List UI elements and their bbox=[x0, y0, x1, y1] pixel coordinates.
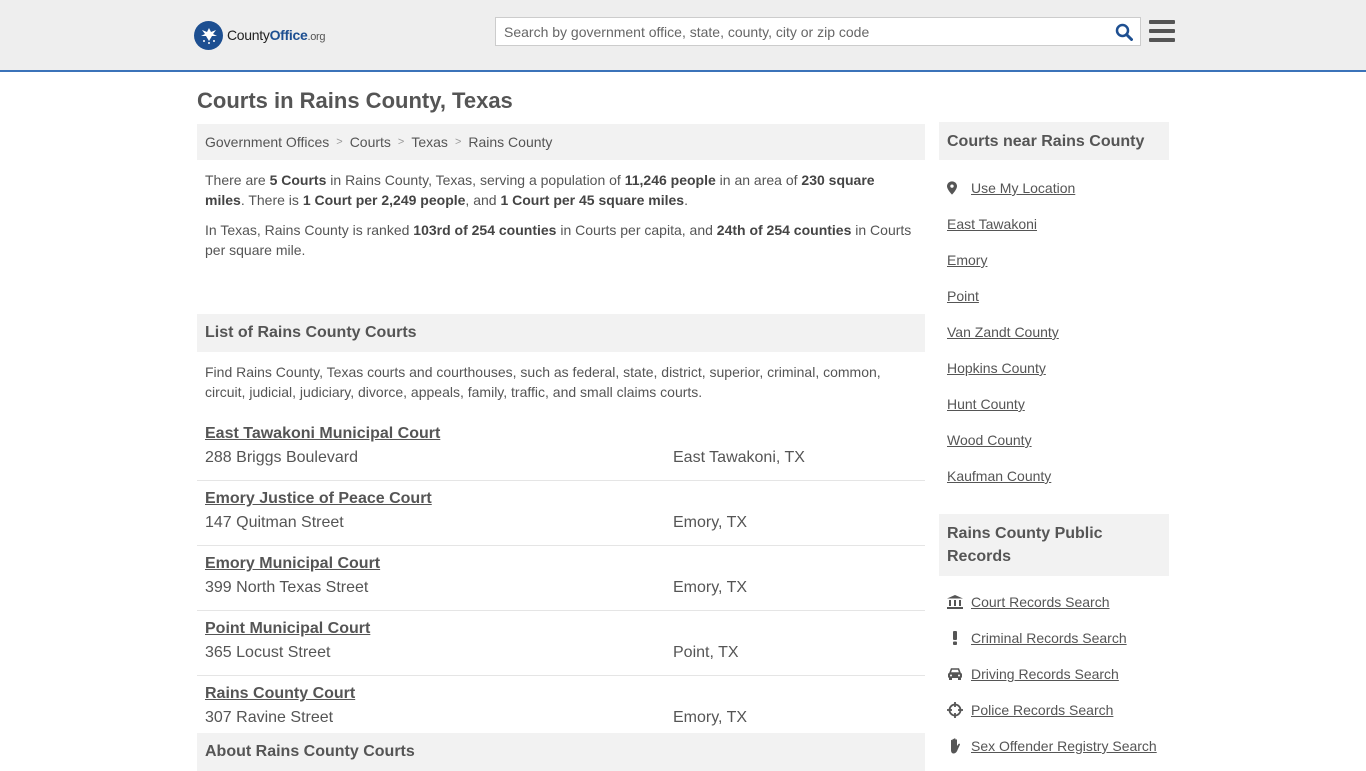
car-icon bbox=[947, 668, 963, 680]
list-section-title: List of Rains County Courts bbox=[197, 314, 925, 352]
sidebar-item-driving-records: Driving Records Search bbox=[947, 656, 1161, 692]
chevron-right-icon: > bbox=[454, 136, 462, 148]
main-content: Government Offices > Courts > Texas > Ra… bbox=[197, 124, 925, 771]
hand-icon bbox=[947, 738, 963, 754]
public-records-list: Court Records Search Criminal Records Se… bbox=[939, 584, 1169, 764]
police-records-search-link[interactable]: Police Records Search bbox=[971, 702, 1113, 718]
breadcrumb-rains-county[interactable]: Rains County bbox=[468, 134, 552, 150]
search-bar bbox=[495, 17, 1141, 46]
court-city: Point, TX bbox=[673, 644, 739, 661]
driving-records-search-link[interactable]: Driving Records Search bbox=[971, 666, 1119, 682]
nearby-link-kaufman-county[interactable]: Kaufman County bbox=[947, 468, 1051, 484]
intro-paragraph-stats: There are 5 Courts in Rains County, Texa… bbox=[205, 172, 875, 208]
criminal-records-search-link[interactable]: Criminal Records Search bbox=[971, 630, 1127, 646]
court-link[interactable]: Emory Justice of Peace Court bbox=[205, 489, 432, 509]
court-records-search-link[interactable]: Court Records Search bbox=[971, 594, 1110, 610]
site-logo[interactable]: CountyOffice.org bbox=[194, 20, 326, 50]
search-input[interactable] bbox=[496, 18, 1108, 45]
sidebar-item-nearby: East Tawakoni bbox=[947, 206, 1161, 242]
list-item: Emory Municipal Court 399 North Texas St… bbox=[197, 546, 925, 611]
site-header: CountyOffice.org bbox=[0, 0, 1366, 72]
court-address: 288 Briggs Boulevard bbox=[205, 449, 358, 466]
sidebar-item-police-records: Police Records Search bbox=[947, 692, 1161, 728]
sidebar-item-sex-offender-registry: Sex Offender Registry Search bbox=[947, 728, 1161, 764]
list-item: Rains County Court 307 Ravine Street Emo… bbox=[197, 676, 925, 741]
nearby-link-point[interactable]: Point bbox=[947, 288, 979, 304]
nearby-link-east-tawakoni[interactable]: East Tawakoni bbox=[947, 216, 1037, 232]
court-address: 307 Ravine Street bbox=[205, 709, 334, 726]
court-address: 147 Quitman Street bbox=[205, 514, 344, 531]
breadcrumb-courts[interactable]: Courts bbox=[350, 134, 391, 150]
court-city: East Tawakoni, TX bbox=[673, 449, 805, 466]
exclamation-icon bbox=[947, 631, 963, 645]
intro-text: There are 5 Courts in Rains County, Texa… bbox=[197, 160, 925, 316]
nearby-courts-title: Courts near Rains County bbox=[939, 122, 1169, 160]
court-address: 365 Locust Street bbox=[205, 644, 331, 661]
nearby-courts-list: Use My Location East Tawakoni Emory Poin… bbox=[939, 170, 1169, 494]
sidebar-item-nearby: Emory bbox=[947, 242, 1161, 278]
sidebar-item-nearby: Point bbox=[947, 278, 1161, 314]
sidebar-item-criminal-records: Criminal Records Search bbox=[947, 620, 1161, 656]
sidebar-item-court-records: Court Records Search bbox=[947, 584, 1161, 620]
search-icon bbox=[1115, 23, 1133, 41]
court-link[interactable]: Rains County Court bbox=[205, 684, 355, 704]
sex-offender-registry-search-link[interactable]: Sex Offender Registry Search bbox=[971, 738, 1157, 754]
search-button[interactable] bbox=[1108, 18, 1140, 45]
sidebar-item-nearby: Hunt County bbox=[947, 386, 1161, 422]
breadcrumb: Government Offices > Courts > Texas > Ra… bbox=[197, 124, 925, 160]
about-section-title: About Rains County Courts bbox=[197, 733, 925, 771]
sidebar-item-nearby: Wood County bbox=[947, 422, 1161, 458]
eagle-seal-icon bbox=[194, 20, 223, 50]
court-link[interactable]: Emory Municipal Court bbox=[205, 554, 380, 574]
court-city: Emory, TX bbox=[673, 709, 748, 726]
logo-wordmark: CountyOffice.org bbox=[227, 27, 326, 43]
nearby-link-hunt-county[interactable]: Hunt County bbox=[947, 396, 1025, 412]
nearby-link-hopkins-county[interactable]: Hopkins County bbox=[947, 360, 1046, 376]
use-location-item: Use My Location bbox=[947, 170, 1161, 206]
map-pin-icon bbox=[947, 180, 957, 196]
court-city: Emory, TX bbox=[673, 514, 748, 531]
courts-list: East Tawakoni Municipal Court 288 Briggs… bbox=[197, 416, 925, 741]
court-link[interactable]: Point Municipal Court bbox=[205, 619, 370, 639]
sidebar-item-nearby: Van Zandt County bbox=[947, 314, 1161, 350]
crosshair-icon bbox=[947, 702, 963, 718]
nearby-link-van-zandt-county[interactable]: Van Zandt County bbox=[947, 324, 1059, 340]
breadcrumb-texas[interactable]: Texas bbox=[411, 134, 448, 150]
hamburger-menu-icon[interactable] bbox=[1149, 18, 1175, 44]
court-link[interactable]: East Tawakoni Municipal Court bbox=[205, 424, 440, 444]
chevron-right-icon: > bbox=[336, 136, 343, 148]
sidebar-item-nearby: Hopkins County bbox=[947, 350, 1161, 386]
use-my-location-link[interactable]: Use My Location bbox=[971, 180, 1075, 196]
sidebar-item-nearby: Kaufman County bbox=[947, 458, 1161, 494]
intro-paragraph-ranking: In Texas, Rains County is ranked 103rd o… bbox=[205, 222, 912, 258]
list-item: Emory Justice of Peace Court 147 Quitman… bbox=[197, 481, 925, 546]
nearby-link-emory[interactable]: Emory bbox=[947, 252, 987, 268]
court-city: Emory, TX bbox=[673, 579, 748, 596]
public-records-title: Rains County Public Records bbox=[939, 514, 1169, 576]
court-address: 399 North Texas Street bbox=[205, 579, 369, 596]
breadcrumb-government-offices[interactable]: Government Offices bbox=[205, 134, 329, 150]
courthouse-icon bbox=[947, 595, 963, 609]
list-item: Point Municipal Court 365 Locust Street … bbox=[197, 611, 925, 676]
sidebar: Courts near Rains County Use My Location… bbox=[939, 122, 1169, 764]
page-title: Courts in Rains County, Texas bbox=[197, 88, 513, 113]
chevron-right-icon: > bbox=[397, 136, 405, 148]
list-item: East Tawakoni Municipal Court 288 Briggs… bbox=[197, 416, 925, 481]
nearby-link-wood-county[interactable]: Wood County bbox=[947, 432, 1032, 448]
